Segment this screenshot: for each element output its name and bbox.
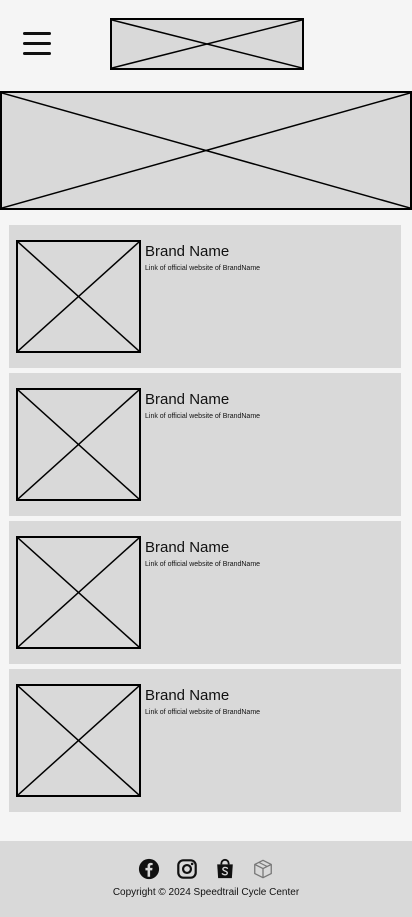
placeholder-cross-icon [18,242,139,351]
brand-name: Brand Name [145,243,230,260]
menu-bar [23,52,51,55]
brand-website-link[interactable]: Link of official website of BrandName [145,560,260,569]
brand-name: Brand Name [145,539,230,556]
header [0,0,412,90]
brand-website-link[interactable]: Link of official website of BrandName [145,708,260,717]
logo-image-placeholder[interactable] [110,18,304,70]
brand-website-link[interactable]: Link of official website of BrandName [145,264,260,273]
brand-card[interactable]: Brand Name Link of official website of B… [9,669,401,812]
footer: Copyright © 2024 Speedtrail Cycle Center [0,841,412,917]
facebook-icon[interactable] [138,858,160,880]
shopee-icon[interactable] [214,858,236,880]
instagram-icon[interactable] [176,858,198,880]
brand-name: Brand Name [145,687,230,704]
placeholder-cross-icon [112,20,302,68]
brand-logo-placeholder [16,240,141,353]
brand-logo-placeholder [16,388,141,501]
copyright-text: Copyright © 2024 Speedtrail Cycle Center [112,887,300,898]
brand-logo-placeholder [16,684,141,797]
placeholder-cross-icon [18,390,139,499]
brand-card[interactable]: Brand Name Link of official website of B… [9,373,401,516]
menu-bar [23,42,51,45]
package-icon[interactable] [252,858,274,880]
placeholder-cross-icon [18,686,139,795]
brand-logo-placeholder [16,536,141,649]
banner-image-placeholder [0,91,412,210]
hamburger-menu-icon[interactable] [23,30,51,56]
brand-card[interactable]: Brand Name Link of official website of B… [9,521,401,664]
placeholder-cross-icon [18,538,139,647]
brand-name: Brand Name [145,391,230,408]
menu-bar [23,32,51,35]
brand-website-link[interactable]: Link of official website of BrandName [145,412,260,421]
placeholder-cross-icon [2,93,410,208]
brand-card[interactable]: Brand Name Link of official website of B… [9,225,401,368]
